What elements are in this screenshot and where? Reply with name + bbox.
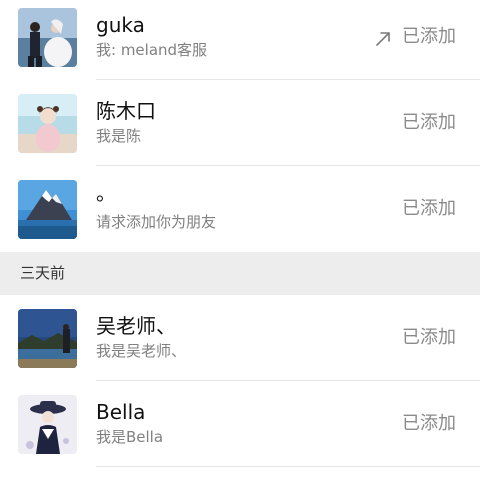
contact-name: 陈木口 xyxy=(96,99,156,123)
section-label: 三天前 xyxy=(20,264,66,282)
request-status: 已添加 xyxy=(402,108,456,138)
request-status: 已添加 xyxy=(374,22,456,52)
lake-avatar[interactable] xyxy=(18,309,77,368)
status-label: 已添加 xyxy=(402,112,456,133)
mountain-avatar[interactable] xyxy=(18,180,77,239)
older-requests-list: 吴老师、 我是吴老师、 已添加 Bella 我是Bella 已添加 xyxy=(0,295,480,467)
request-status: 已添加 xyxy=(402,194,456,224)
friend-request-row[interactable]: 。 请求添加你为朋友 已添加 xyxy=(0,166,480,252)
friend-request-row[interactable]: 吴老师、 我是吴老师、 已添加 xyxy=(0,295,480,381)
request-status: 已添加 xyxy=(402,409,456,439)
contact-name: guka xyxy=(96,13,145,37)
friend-request-row[interactable]: 陈木口 我是陈 已添加 xyxy=(0,80,480,166)
request-message: 我是陈 xyxy=(96,127,142,145)
wedding-couple-avatar[interactable] xyxy=(18,8,77,67)
friend-request-row[interactable]: Bella 我是Bella 已添加 xyxy=(0,381,480,467)
child-portrait-avatar[interactable] xyxy=(18,94,77,153)
request-message: 请求添加你为朋友 xyxy=(96,213,217,231)
contact-name: 。 xyxy=(96,181,116,205)
request-message: 我是吴老师、 xyxy=(96,342,187,360)
request-message: 我是Bella xyxy=(96,428,164,446)
status-label: 已添加 xyxy=(402,327,456,348)
contact-name: Bella xyxy=(96,400,146,424)
divider xyxy=(96,466,480,467)
request-message: 我: meland客服 xyxy=(96,41,208,59)
friend-request-row[interactable]: guka 我: meland客服 已添加 xyxy=(0,0,480,80)
hat-figure-avatar[interactable] xyxy=(18,395,77,454)
section-header: 三天前 xyxy=(0,252,480,295)
status-label: 已添加 xyxy=(402,198,456,219)
request-status: 已添加 xyxy=(402,323,456,353)
arrow-up-right-icon xyxy=(374,28,392,46)
recent-requests-list: guka 我: meland客服 已添加 陈木口 我是陈 已添加 。 请求添加你… xyxy=(0,0,480,252)
contact-name: 吴老师、 xyxy=(96,314,176,338)
friend-requests-page: guka 我: meland客服 已添加 陈木口 我是陈 已添加 。 请求添加你… xyxy=(0,0,480,480)
status-label: 已添加 xyxy=(402,413,456,434)
status-label: 已添加 xyxy=(402,26,456,47)
